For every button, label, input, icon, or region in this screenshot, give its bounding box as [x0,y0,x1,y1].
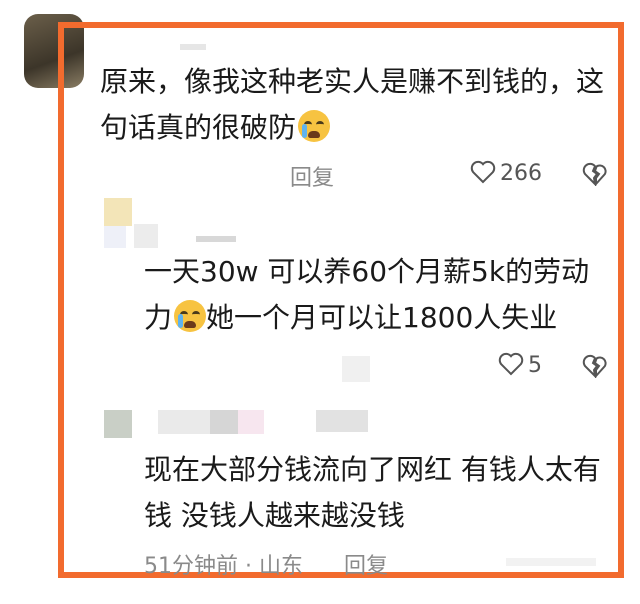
comment-time: 51分钟前 [144,554,238,579]
reply-button[interactable]: 回复 [344,548,388,580]
comment-text: 原来，像我这种老实人是赚不到钱的，这 [100,65,605,98]
heart-outline-icon [498,352,524,376]
crying-emoji-icon [298,110,331,142]
comment-text: 句话真的很破防 [100,106,331,150]
comment-text-line: 她一个月可以让1800人失业 [206,301,558,334]
like-button[interactable]: 5 [498,352,542,378]
username-blurred [158,410,210,434]
comment-text: 一天30w 可以养60个月薪5k的劳动 [144,255,590,288]
heart-outline-icon [470,160,496,184]
like-count: 5 [528,353,542,378]
like-count: 266 [500,161,542,186]
comment-text: 力她一个月可以让1800人失业 [144,296,557,340]
username-blurred [238,410,264,434]
username-blurred [316,410,368,432]
comment-meta: 51分钟前 · 山东 [144,548,303,580]
comment-text-line: 句话真的很破防 [100,111,297,144]
meta-blurred [506,558,596,566]
crying-emoji-icon [174,300,207,332]
reply-button[interactable]: 回复 [290,160,334,192]
broken-heart-icon[interactable] [582,354,608,378]
username-blurred [196,236,236,242]
comment-text: 现在大部分钱流向了网红 有钱人太有 [144,453,601,486]
avatar [104,226,126,248]
username-blurred [180,44,206,50]
username-blurred [210,410,238,434]
comment-location: 山东 [259,554,304,579]
comment-text-line: 力 [144,301,173,334]
meta-separator: · [245,554,252,579]
broken-heart-icon[interactable] [582,162,608,186]
avatar[interactable] [104,198,132,226]
comment-text: 钱 没钱人越来越没钱 [144,499,405,532]
avatar[interactable] [104,410,132,438]
meta-blurred [342,356,370,382]
like-button[interactable]: 266 [470,160,542,186]
username-blurred [134,224,158,248]
